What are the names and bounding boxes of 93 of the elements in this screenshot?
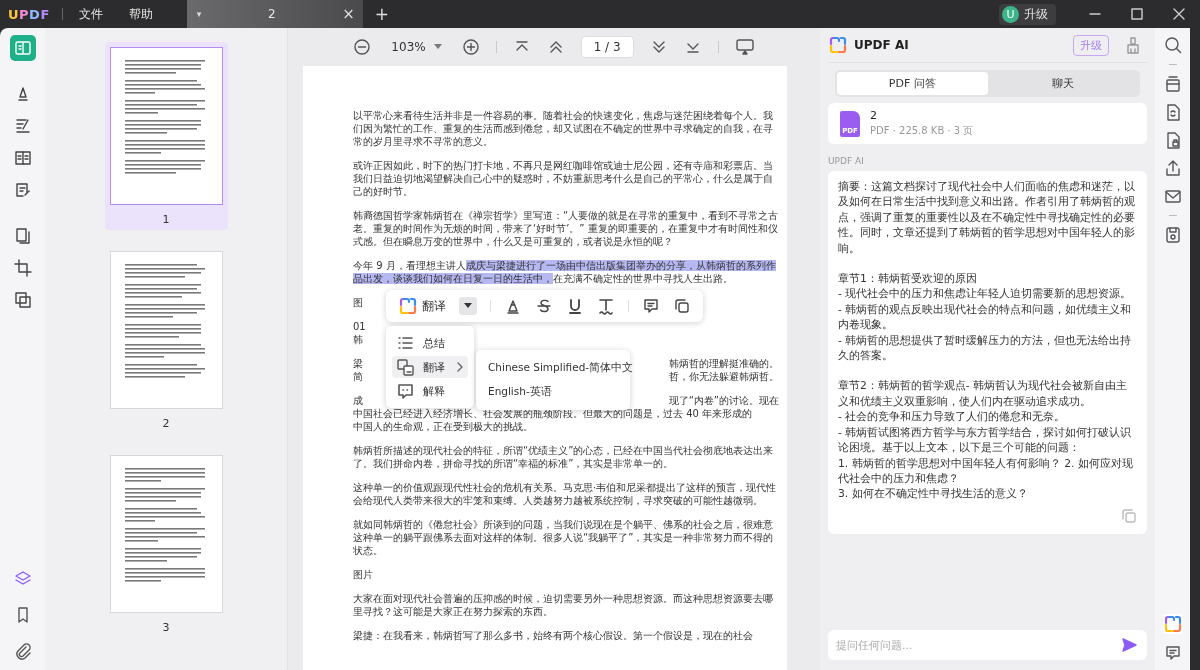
paragraph-fragment: 中国人的生命观，正在受到极大的挑战。 — [353, 420, 533, 433]
reader-icon — [12, 38, 33, 58]
paragraph: 就如同韩炳哲的《倦怠社会》所谈到的问题，当我们说现在是个躺平、佛系的社会之后，很难意这种单一的躺平跟佛系去面对这样的体制。很多人说“我躺平了”，其实是一种非常努力而不得的状态。 — [353, 518, 775, 557]
message-text: - 韩炳哲试图将西方哲学与东方哲学结合，探讨如何打破认识论困境。基于以上文本，以下是三个可能的问题： — [838, 424, 1133, 456]
menu-item[interactable]: English-英语 — [476, 380, 630, 404]
menu-item[interactable]: 总结 — [392, 332, 468, 354]
message-text: 1. 韩炳哲的哲学思想对中国年轻人有何影响？ 2. 如何应对现代社会中的压力和焦虑？ — [838, 455, 1134, 487]
maximize-icon[interactable] — [1130, 7, 1144, 21]
menu-item[interactable]: Chinese Simplified-简体中文 — [476, 356, 630, 380]
columns-icon — [12, 148, 33, 168]
file-name: 2 — [870, 109, 878, 122]
send-icon[interactable] — [1121, 637, 1137, 653]
chevron-right-icon — [456, 362, 464, 372]
close-icon[interactable]: × — [342, 5, 355, 23]
tab-title: 2 — [266, 7, 277, 21]
file-details: PDF · 225.8 KB · 3 页 — [870, 124, 974, 138]
panel-title: UPDF AI — [854, 38, 909, 52]
paragraph: 以平常心来看待生活并非是一件容易的事。随着社会的快速变化，焦虑与迷茫困绕着每个人。我们因为繁忙的工作、重复的生活而感到倦怠，却又试图在不确定的世界中寻求确定的自我，在寻常的岁月里寻求不寻常的意义。 — [353, 109, 774, 148]
message-text: 摘要：这篇文档探讨了现代社会中人们面临的焦虑和迷茫，以及如何在日常生活中找到意义和出路。作者引用了韩炳哲的观点，强调了重复的重要性以及在不确定性中寻找确定性的必要性。同时，文章还提到了韩炳哲的哲学思想对中国年轻人的影响。 — [838, 179, 1136, 257]
paragraph-fragment: 哲，你无法躲避韩炳哲。 — [669, 370, 779, 383]
crop-icon — [12, 258, 33, 278]
question-field[interactable]: 提问任何问题... — [828, 630, 1147, 660]
sender-label: UPDF AI — [828, 156, 865, 166]
menu-item[interactable]: 文件 — [78, 5, 103, 23]
thumbnail-card[interactable]: 3 — [104, 450, 228, 638]
comment-icon[interactable] — [642, 297, 660, 315]
message-text: 章节2：韩炳哲的哲学观点- 韩炳哲认为现代社会被新自由主义和优绩主义双重影响，使人们内在驱动追求成功。 — [838, 378, 1129, 410]
menu-item[interactable]: 翻译 — [392, 356, 468, 378]
paragraph: 大家在面对现代社会普遍的压抑感的时候，迫切需要另外一种思想资源。而这种思想资源要去哪里寻找？这可能是大家正在努力探索的东西。 — [353, 592, 774, 618]
ai-logo-icon — [828, 35, 848, 55]
caret-icon — [464, 303, 472, 309]
app-logo: UPDF — [8, 6, 50, 22]
paragraph: 图片 — [353, 568, 374, 581]
page-number: 2 — [162, 417, 170, 430]
message-text: 章节1：韩炳哲受欢迎的原因 — [838, 271, 978, 287]
message-text: - 韩炳哲的思想提供了暂时缓解压力的方法，但也无法给出持久的答案。 — [838, 332, 1133, 364]
paragraph-fragment: 梁 — [353, 357, 363, 370]
ocr-icon[interactable] — [1163, 75, 1182, 93]
strikethrough-icon[interactable] — [535, 297, 553, 315]
caret-icon — [433, 44, 442, 50]
comment-icon[interactable] — [1163, 644, 1182, 662]
share-icon[interactable] — [1163, 159, 1182, 177]
copy-icon[interactable] — [673, 297, 691, 315]
save-icon[interactable] — [1163, 226, 1182, 244]
message-text: - 现代社会中的压力和焦虑让年轻人迫切需要新的思想资源。 — [838, 286, 1133, 302]
paragraph-fragment: 成 — [353, 394, 363, 407]
dropdown-button[interactable] — [459, 297, 477, 315]
thumbnail-card[interactable]: 1 — [104, 42, 228, 230]
message-text: 3. 如何在不确定性中寻找生活的意义？ — [838, 486, 1029, 502]
message-text: - 社会的竞争和压力导致了人们的倦怠和无奈。 — [838, 409, 1067, 425]
search-icon[interactable] — [1163, 36, 1182, 54]
document-tab[interactable]: ▾ 2 × — [186, 0, 363, 28]
page-number: 1 — [162, 213, 170, 226]
avatar: U — [1002, 5, 1019, 23]
paragraph: 今年 9 月，看理想主讲人成庆与梁捷进行了一场由中信出版集团举办的分享，从韩炳哲的系列作品出发，谈谈我们如何在日复一日的生活中，在充满不确定性的世界中寻找人生出路。 — [353, 259, 777, 285]
paragraph: 梁捷：在我看来，韩炳哲写了那么多书，始终有两个核心假设。第一个假设是，现在的社会 — [353, 629, 754, 642]
translate-button[interactable]: 翻译 — [398, 296, 446, 316]
zoom-in-icon[interactable] — [461, 38, 480, 56]
text-input[interactable]: 提问任何问题... — [834, 637, 1121, 653]
layers-icon — [12, 290, 33, 310]
paragraph-fragment: 简 — [353, 370, 363, 383]
zoom-dropdown[interactable]: 103% — [391, 40, 442, 54]
panel-tab[interactable]: 聊天 — [987, 72, 1138, 95]
underline-icon[interactable] — [566, 297, 584, 315]
zoom-out-icon[interactable] — [353, 38, 372, 56]
squiggly-icon[interactable] — [597, 297, 615, 315]
add-tab-button[interactable]: + — [374, 4, 390, 24]
caret-icon[interactable]: ▾ — [196, 9, 202, 19]
paragraph-fragment: 韩炳哲的理解挺准确的。 — [669, 357, 779, 370]
translate-icon — [396, 357, 415, 377]
thumbnail-card[interactable]: 2 — [104, 246, 228, 434]
ai-logo-icon[interactable] — [1162, 614, 1183, 634]
page-number: 3 — [162, 621, 170, 634]
presentation-icon[interactable] — [734, 38, 755, 56]
panel-tab[interactable]: PDF 问答 — [837, 72, 988, 95]
paragraph: 或许正因如此，时下的热门打卡地，不再只是网红咖啡馆或迪士尼公园，还有寺庙和彩票店。当我们日益迫切地渴望解决自己心中的疑惑时，不妨重新思考什么是自己的平常心，什么是属于自己的好时节。 — [353, 159, 774, 198]
menu-item[interactable]: 解释 — [392, 380, 468, 402]
highlighter-icon[interactable] — [504, 297, 522, 315]
close-icon[interactable] — [1172, 7, 1186, 21]
paragraph: 韩裔德国哲学家韩炳哲在《禅宗哲学》里写道：“人要做的就是在寻常的重复中，看到不寻常之古老。重复的时间作为无烦的时间，带来了‘好时节’。” 重复的即重要的，在重复中才有时间性和仪式感。但在瞬息万变的世界中，什么又是可重复的，或者说是永恒的呢？ — [353, 209, 779, 248]
paragraph-fragment: 图 — [353, 296, 363, 309]
chat-icon — [396, 381, 415, 401]
menu-item[interactable]: 帮助 — [128, 5, 153, 23]
mail-icon[interactable] — [1163, 187, 1182, 205]
paragraph-fragment: 韩 — [353, 333, 363, 346]
ai-logo-icon — [398, 296, 418, 316]
paragraph-fragment: 现了“内卷”的讨论。现在 — [668, 394, 779, 407]
message-text: - 韩炳哲的观点反映出现代社会的特点和问题，如优绩主义和内卷现象。 — [838, 301, 1133, 333]
account-button[interactable]: U 升级 — [999, 3, 1056, 25]
paragraph: 这种单一的价值观跟现代性社会的危机有关系。马克思·韦伯和尼采都提出了这样的预言，现代性会给现代人类带来很大的牢笼和束缚。人类越努力越被系统控制，寻求突破的可能性越微弱。 — [353, 481, 778, 507]
paragraph: 韩炳哲所描述的现代社会的特征，所谓“优绩主义”的心态，已经在中国当代社会彻底地表达出来了。我们拼命内卷，拼命寻找的所谓“幸福的标准”，其实是非常单一的。 — [353, 444, 775, 470]
paragraph-fragment: 01 — [353, 320, 366, 333]
page-number-field[interactable]: 1 / 3 — [580, 36, 634, 58]
